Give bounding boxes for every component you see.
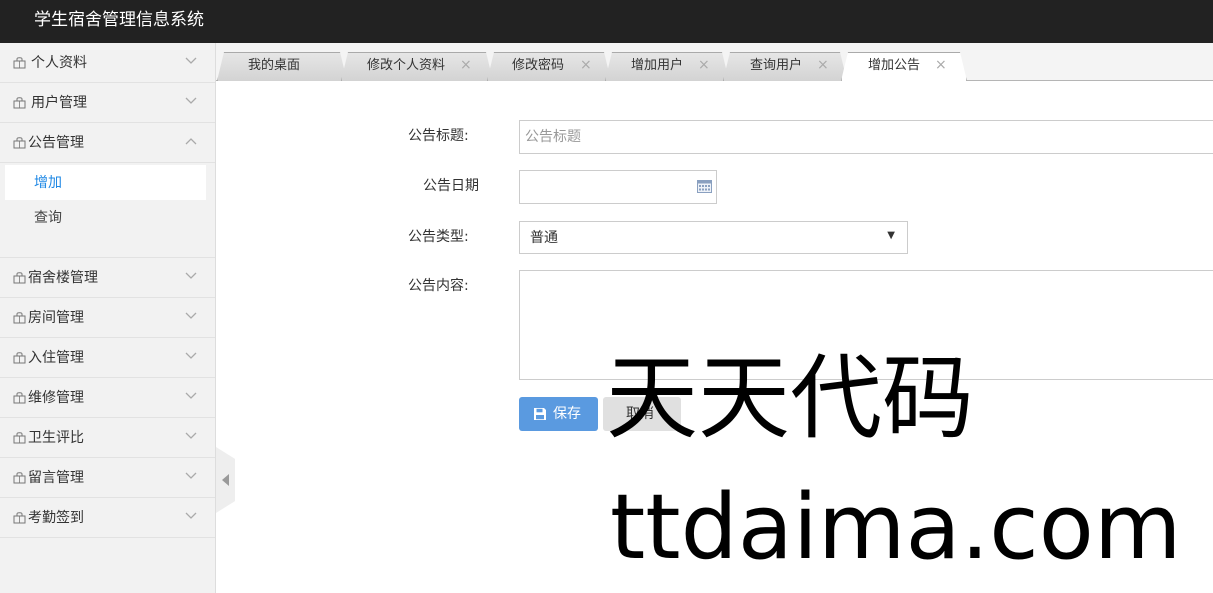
watermark-url: ttdaima.com [610,475,1182,580]
top-bar: 学生宿舍管理信息系统 [0,0,1213,43]
bag-icon [13,97,26,109]
tab-desktop[interactable]: 我的桌面 [217,52,347,81]
announcement-date-input[interactable] [519,170,717,204]
sidebar-item-label: 个人资料 [31,55,87,71]
submenu-item-add[interactable]: 增加 [5,165,206,200]
triangle-left-icon [222,474,229,486]
chevron-down-icon [185,472,197,479]
bag-icon [13,472,26,484]
close-icon[interactable]: × [817,57,829,73]
chevron-down-icon [185,97,197,104]
bag-icon [13,272,26,284]
tab-label: 增加公告 [868,58,921,73]
floppy-icon [534,408,546,420]
sidebar-item-label: 考勤签到 [28,510,84,526]
announcement-content-label: 公告内容: [408,278,469,294]
sidebar-item-hygiene[interactable]: 卫生评比 [0,418,215,458]
bag-icon [13,137,26,149]
save-button[interactable]: 保存 [519,397,598,431]
chevron-down-icon [185,272,197,279]
sidebar-item-rooms[interactable]: 房间管理 [0,298,215,338]
submenu-announcements: 增加 查询 [0,163,215,258]
save-button-label: 保存 [553,406,581,422]
tab-label: 我的桌面 [248,58,301,73]
chevron-down-icon [185,312,197,319]
tab-label: 增加用户 [631,58,684,73]
close-icon[interactable]: × [460,57,472,73]
bag-icon [13,57,26,69]
tab-label: 查询用户 [750,58,803,73]
tab-add-user[interactable]: 增加用户 × [605,52,729,81]
bag-icon [13,432,26,444]
announcement-date-label: 公告日期 [423,178,479,194]
sidebar-item-label: 宿舍楼管理 [28,270,98,286]
sidebar-menu: 个人资料 用户管理 公告管理 增加 查询 宿舍楼管理 房间管理 入住管理 维修管… [0,43,216,593]
announcement-title-input[interactable] [519,120,1213,154]
cancel-button-label: 取消 [626,406,654,422]
bag-icon [13,312,26,324]
calendar-icon[interactable] [697,180,712,193]
tab-strip: 我的桌面 修改个人资料 × 修改密码 × 增加用户 × 查询用户 × 增加公告 … [216,43,1213,81]
sidebar-item-messages[interactable]: 留言管理 [0,458,215,498]
sidebar-item-profile[interactable]: 个人资料 [0,43,215,83]
chevron-down-icon [185,512,197,519]
sidebar-item-attendance[interactable]: 考勤签到 [0,498,215,538]
submenu-item-query[interactable]: 查询 [5,200,206,235]
close-icon[interactable]: × [935,57,947,73]
bag-icon [13,392,26,404]
announcement-type-label: 公告类型: [408,229,469,245]
close-icon[interactable]: × [698,57,710,73]
chevron-down-icon [185,392,197,399]
bag-icon [13,512,26,524]
tab-label: 修改密码 [512,58,565,73]
announcement-title-label: 公告标题: [408,128,469,144]
tab-change-password[interactable]: 修改密码 × [487,52,611,81]
sidebar-item-label: 留言管理 [28,470,84,486]
sidebar-item-label: 公告管理 [28,135,84,151]
dropdown-arrow-icon: ▼ [887,230,895,241]
tab-query-user[interactable]: 查询用户 × [723,52,847,81]
bag-icon [13,352,26,364]
sidebar-item-label: 房间管理 [28,310,84,326]
sidebar-item-label: 维修管理 [28,390,84,406]
chevron-down-icon [185,352,197,359]
sidebar-collapse-handle[interactable] [216,447,235,513]
sidebar-item-dormitory[interactable]: 宿舍楼管理 [0,258,215,298]
sidebar-item-checkin[interactable]: 入住管理 [0,338,215,378]
cancel-button[interactable]: 取消 [603,397,681,431]
chevron-down-icon [185,432,197,439]
sidebar-item-label: 入住管理 [28,350,84,366]
submenu-item-label: 查询 [34,210,62,226]
app-title: 学生宿舍管理信息系统 [34,10,204,30]
sidebar-item-label: 用户管理 [31,95,87,111]
chevron-up-icon [185,138,197,145]
tab-add-announcement[interactable]: 增加公告 × [841,52,967,81]
close-icon[interactable]: × [580,57,592,73]
sidebar-item-label: 卫生评比 [28,430,84,446]
tab-edit-profile[interactable]: 修改个人资料 × [341,52,493,81]
sidebar-item-announcements[interactable]: 公告管理 [0,123,215,163]
submenu-item-label: 增加 [34,175,62,191]
tab-label: 修改个人资料 [367,58,446,73]
sidebar-item-repair[interactable]: 维修管理 [0,378,215,418]
announcement-content-textarea[interactable] [519,270,1213,380]
sidebar-item-users[interactable]: 用户管理 [0,83,215,123]
announcement-type-select[interactable]: 普通 ▼ [519,221,908,254]
selected-type-value: 普通 [530,230,558,246]
chevron-down-icon [185,57,197,64]
